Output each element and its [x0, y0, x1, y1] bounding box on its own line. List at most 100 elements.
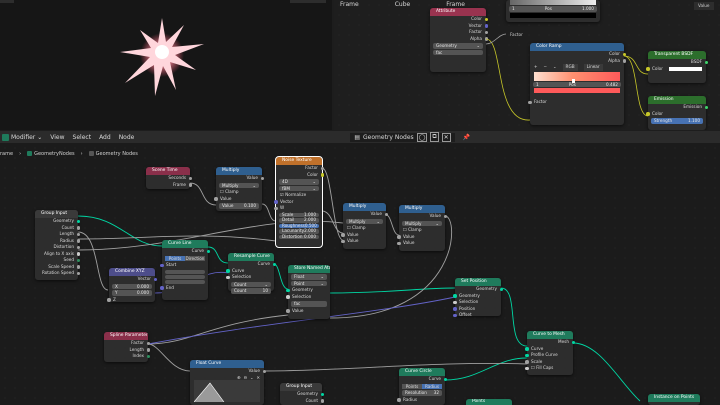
attribute-name-field[interactable]: fac: [433, 49, 483, 55]
curve-line-node[interactable]: Curve Line Curve Points Direction Start …: [160, 240, 210, 300]
color-ramp-top-node[interactable]: 1 Pos 1.000: [506, 0, 600, 22]
gi-out-rotation-speed[interactable]: Rotation Speed: [35, 270, 80, 277]
ramp-stop-color[interactable]: [534, 88, 620, 93]
ramp-mode-dropdown[interactable]: RGB: [562, 64, 578, 71]
ramp-gradient[interactable]: [534, 71, 620, 83]
cl-mode-toggle[interactable]: Points Direction: [165, 255, 205, 261]
attribute-type-dropdown[interactable]: Geometry ⌄: [433, 43, 483, 49]
cc-mode-radius[interactable]: Radius: [422, 383, 442, 389]
cc-mode-toggle[interactable]: Points Radius: [402, 383, 442, 389]
attribute-out-alpha[interactable]: Alpha: [430, 36, 488, 43]
cx-y-field[interactable]: Y 0.000: [112, 290, 152, 296]
multiply-node-1[interactable]: Multiply Value Multiply ⌄ ☐ Clamp Value V…: [214, 167, 264, 211]
store-named-attribute-node[interactable]: Store Named Attri... Float⌄ Point⌄ Geome…: [286, 265, 330, 319]
ramp-interp-dropdown[interactable]: Linear: [583, 64, 603, 71]
instance-on-points-node[interactable]: Instance on Points: [648, 394, 700, 405]
pin-icon[interactable]: 📌: [463, 134, 470, 141]
noise-dim-dropdown[interactable]: 4D ⌄: [279, 179, 319, 185]
cl-mode-points[interactable]: Points: [165, 255, 185, 261]
emission-node[interactable]: Emission Emission Color Strength 1.100: [646, 96, 708, 130]
sa-domain-dropdown[interactable]: Point ⌄: [291, 280, 327, 286]
cl-start-y[interactable]: [165, 274, 205, 279]
cx-x-field[interactable]: X 0.000: [112, 283, 152, 289]
color-ramp-node[interactable]: Color Ramp Color Alpha + − ⌄ RGB Linear …: [528, 43, 626, 125]
noise-detail-field[interactable]: Detail 2.000: [279, 217, 319, 223]
menu-add[interactable]: Add: [99, 134, 111, 141]
group-input-node-2[interactable]: Group Input Geometry Count: [280, 383, 324, 405]
m2-out-value[interactable]: Value: [343, 211, 388, 218]
combine-xyz-node[interactable]: Combine XYZ Vector X 0.000 Y 0.000 Z: [107, 268, 157, 302]
fc-curve-canvas[interactable]: [193, 379, 260, 402]
gi2-out-count[interactable]: Count: [280, 398, 324, 405]
st-out-frame[interactable]: Frame: [146, 182, 192, 189]
cl-start-z[interactable]: [165, 279, 205, 284]
cl-mode-direction[interactable]: Direction: [185, 255, 205, 261]
cc-mode-points[interactable]: Points: [402, 383, 422, 389]
frame-right-label[interactable]: Frame: [446, 1, 465, 8]
value-node-fragment[interactable]: Value: [694, 2, 714, 10]
menu-select[interactable]: Select: [73, 134, 92, 141]
geometry-node-editor[interactable]: rame › GeometryNodes › Geometry Nodes Gr…: [0, 143, 720, 405]
ramp-pos-field[interactable]: 1 Pos 0.482: [533, 81, 621, 87]
scene-time-node[interactable]: Scene Time Seconds Frame: [146, 167, 192, 189]
sa-type-dropdown[interactable]: Float ⌄: [291, 274, 327, 280]
cc-in-radius[interactable]: Radius: [397, 397, 445, 404]
add-stop-button[interactable]: +: [534, 64, 538, 71]
transparent-bsdf-node[interactable]: Transparent BSDF BSDF Color: [646, 51, 708, 83]
m3-op-dropdown[interactable]: Multiply ⌄: [402, 220, 442, 226]
noise-type-dropdown[interactable]: fBM ⌄: [279, 185, 319, 191]
frame-left-label[interactable]: Frame: [340, 1, 359, 8]
cl-in-start[interactable]: Start: [160, 262, 208, 269]
m3-out-value[interactable]: Value: [399, 213, 447, 220]
menu-node[interactable]: Node: [119, 134, 135, 141]
ramp-top-swatch[interactable]: [510, 12, 596, 18]
shield-icon[interactable]: ◯: [416, 132, 428, 142]
noise-in-w[interactable]: W: [274, 205, 322, 212]
resample-curve-node[interactable]: Resample Curve Curve Curve Selection Cou…: [226, 253, 276, 294]
noise-out-color[interactable]: Color: [276, 172, 324, 179]
points-node[interactable]: Points: [466, 399, 512, 405]
sa-in-value[interactable]: Value: [286, 308, 330, 315]
close-icon[interactable]: ✕: [441, 132, 451, 142]
multiply-node-2[interactable]: Multiply Value Multiply ⌄ ☐ Clamp Value V…: [341, 203, 388, 249]
3d-viewport[interactable]: [0, 0, 332, 130]
emission-strength-field[interactable]: Strength 1.100: [651, 118, 703, 124]
emission-in-color[interactable]: Color: [646, 111, 706, 118]
curve-circle-node[interactable]: Curve Circle Curve Points Radius Resolut…: [397, 368, 447, 405]
menu-view[interactable]: View: [50, 134, 64, 141]
fc-out-value[interactable]: Value: [190, 368, 266, 375]
rc-mode-dropdown[interactable]: Count ⌄: [231, 281, 271, 287]
spl-out-index[interactable]: Index: [104, 353, 150, 360]
cl-out-curve[interactable]: Curve: [162, 248, 210, 255]
m2-in-value-b[interactable]: Value: [341, 238, 386, 245]
multiply-node-3[interactable]: Multiply Value Multiply ⌄ ☐ Clamp Value V…: [397, 205, 447, 251]
m1-op-dropdown[interactable]: Multiply ⌄: [219, 182, 259, 188]
m1-out-value[interactable]: Value: [216, 175, 264, 182]
float-curve-node[interactable]: Float Curve Value ⊕ ⊖ ⌄ ✕: [190, 360, 266, 405]
cc-resolution-field[interactable]: Resolution 32: [402, 390, 442, 396]
m1-in-value[interactable]: Value: [214, 196, 262, 203]
node-tree-selector[interactable]: ▤ Geometry Nodes ◯ ⧉ ✕: [350, 132, 455, 142]
ramp-in-factor[interactable]: Factor: [528, 99, 624, 106]
rc-count-field[interactable]: Count 10: [231, 288, 271, 294]
cc-out-curve[interactable]: Curve: [399, 376, 447, 383]
m3-in-value-b[interactable]: Value: [397, 240, 445, 247]
cl-in-end[interactable]: End: [160, 285, 208, 292]
cube-label[interactable]: Cube: [395, 1, 411, 8]
chevron-down-icon[interactable]: ⌄: [553, 64, 557, 71]
noise-lacunarity-field[interactable]: Lacunarity 2.000: [279, 228, 319, 234]
duplicate-icon[interactable]: ⧉: [430, 132, 439, 142]
cl-start-x[interactable]: [165, 269, 205, 274]
group-input-node[interactable]: Group Input Geometry Count Length Radius…: [35, 210, 80, 280]
sp-in-offset[interactable]: Offset: [453, 312, 501, 319]
sa-in-selection[interactable]: Selection: [286, 294, 330, 301]
curve-to-mesh-node[interactable]: Curve to Mesh Mesh Curve Profile Curve S…: [525, 331, 575, 375]
spline-parameter-node[interactable]: Spline Parameter Factor Length Index: [104, 332, 150, 362]
editor-type-dropdown[interactable]: Modifier ⌄: [2, 133, 42, 141]
ramp-top-pos-field[interactable]: 1 Pos 1.000: [509, 6, 597, 12]
cx-out-vector[interactable]: Vector: [109, 276, 157, 283]
attribute-node[interactable]: Attribute Color Vector Factor Alpha Geom…: [430, 8, 488, 72]
m2-op-dropdown[interactable]: Multiply ⌄: [346, 218, 383, 224]
rc-in-selection[interactable]: Selection: [226, 274, 274, 281]
remove-stop-button[interactable]: −: [544, 64, 548, 71]
